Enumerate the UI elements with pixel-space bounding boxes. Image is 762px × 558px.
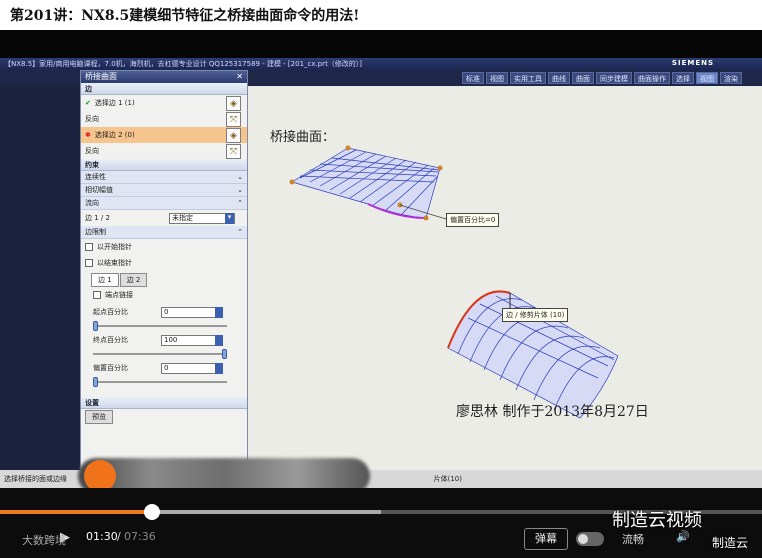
siemens-logo: SIEMENS — [671, 59, 714, 67]
toolbar-button-standard[interactable]: 标准 — [462, 72, 484, 84]
section-settings[interactable]: 设置 — [81, 397, 247, 409]
reverse1-row[interactable]: 反向 ⤧ — [81, 111, 247, 127]
brand-left: 大数跨境 — [22, 534, 66, 547]
continuity-row[interactable]: 连续性 ⌄ — [81, 171, 247, 184]
reverse-direction2-icon[interactable]: ⤧ — [226, 144, 241, 159]
reverse-direction-icon[interactable]: ⤧ — [226, 112, 241, 127]
section-edges[interactable]: 边 — [81, 83, 247, 95]
checkbox[interactable] — [93, 291, 101, 299]
start-percent-slider[interactable] — [93, 321, 227, 331]
total-time: 07:36 — [124, 530, 156, 543]
nx-titlebar: 【NX8.5】家用/商用电脑课程，7.0机，海烈机，去杠德专业设计 QQ1253… — [0, 58, 762, 70]
option-start-row[interactable]: 以开始指针 — [81, 239, 247, 255]
checkbox[interactable] — [85, 259, 93, 267]
offset-percent-input[interactable]: 0 — [161, 362, 223, 374]
bridge-surface-dialog: 桥接曲面 ✕ 边 ✔ 选择边 1 (1) ◈ 反向 ⤧ ✱ 选择边 2 (0) … — [80, 70, 248, 470]
checkbox[interactable] — [85, 243, 93, 251]
section-constraints[interactable]: 约束 — [81, 159, 247, 171]
toolbar-button-utilities[interactable]: 实用工具 — [510, 72, 546, 84]
chevron-up-icon: ⌃ — [237, 199, 243, 207]
watermark-main: 制造云视频 — [612, 510, 702, 531]
slider-thumb[interactable] — [93, 321, 98, 331]
upper-surface — [291, 147, 441, 219]
start-percent-input[interactable]: 0 — [161, 306, 223, 318]
page-title: 第201讲：NX8.5建模细节特征之桥接曲面命令的用法! — [10, 8, 360, 24]
toolbar-button-view2[interactable]: 视图 — [696, 72, 718, 84]
toolbar-button-surface-ops[interactable]: 曲面操作 — [634, 72, 670, 84]
video-top-border — [0, 30, 762, 58]
status-right: 片体(10) — [433, 475, 462, 483]
toolbar-button-surface[interactable]: 曲面 — [572, 72, 594, 84]
close-icon[interactable]: ✕ — [236, 71, 243, 83]
preview-row[interactable]: 预览 — [81, 409, 247, 425]
quality-button[interactable]: 流畅 — [622, 531, 644, 547]
slider-thumb[interactable] — [93, 377, 98, 387]
time-separator: / — [117, 530, 121, 543]
author-note: 廖思林 制作于2013年8月27日 — [456, 404, 649, 420]
chevron-down-icon: ⌄ — [237, 173, 243, 181]
toolbar-button-view[interactable]: 视图 — [486, 72, 508, 84]
chevron-up-icon: ⌃ — [237, 228, 243, 236]
graphics-window[interactable]: 桥接曲面： 偏置百分比=0 边 / 修剪片体 (10) 廖思林 制作于2013年… — [248, 86, 762, 470]
edge-callout: 边 / 修剪片体 (10) — [502, 308, 569, 322]
tangent-magnitude-row[interactable]: 相切幅值 ⌄ — [81, 184, 247, 197]
flow-select[interactable]: 未指定 — [169, 212, 235, 224]
end-percent-row: 终点百分比 100 — [81, 331, 247, 349]
danmu-button[interactable]: 弹幕 — [524, 528, 568, 550]
toolbar-button-select[interactable]: 选择 — [672, 72, 694, 84]
toolbar-button-curve[interactable]: 曲线 — [548, 72, 570, 84]
toolbar-button-sync[interactable]: 同步建模 — [596, 72, 632, 84]
dialog-title: 桥接曲面 ✕ — [81, 71, 247, 83]
danmu-toggle[interactable] — [576, 532, 604, 546]
chevron-down-icon: ⌄ — [237, 186, 243, 194]
progress-knob[interactable] — [144, 504, 161, 520]
offset-callout: 偏置百分比=0 — [446, 213, 500, 227]
offset-percent-slider[interactable] — [93, 377, 227, 387]
end-percent-slider[interactable] — [93, 349, 227, 359]
nx-window: 【NX8.5】家用/商用电脑课程，7.0机，海烈机，去杠德专业设计 QQ1253… — [0, 58, 762, 488]
select-edge1-row[interactable]: ✔ 选择边 1 (1) ◈ — [81, 95, 247, 111]
edge-tabs: 边 1 边 2 — [91, 273, 241, 287]
progress-buffered — [152, 510, 381, 514]
current-time: 01:30 — [86, 530, 118, 543]
edge-limits-row[interactable]: 边限制 ⌃ — [81, 226, 247, 239]
select-edge2-row[interactable]: ✱ 选择边 2 (0) ◈ — [81, 127, 247, 143]
page-title-bar: 第201讲：NX8.5建模细节特征之桥接曲面命令的用法! — [0, 0, 762, 30]
start-percent-row: 起点百分比 0 — [81, 303, 247, 321]
select-edge-icon[interactable]: ◈ — [226, 96, 241, 111]
resource-bar — [0, 86, 80, 470]
required-star-icon: ✱ — [85, 131, 91, 139]
progress-played — [0, 510, 153, 514]
checkmark-icon: ✔ — [85, 99, 91, 107]
link-ends-row[interactable]: 端点链接 — [81, 287, 247, 303]
watermark-small: 制造云 — [712, 536, 749, 550]
offset-percent-row: 偏置百分比 0 — [81, 359, 247, 377]
slider-thumb[interactable] — [222, 349, 227, 359]
status-left: 选择桥接的面或边缘 — [4, 475, 67, 483]
nx-window-title: 【NX8.5】家用/商用电脑课程，7.0机，海烈机，去杠德专业设计 QQ1253… — [4, 60, 363, 68]
tab-edge2[interactable]: 边 2 — [119, 273, 148, 287]
end-percent-input[interactable]: 100 — [161, 334, 223, 346]
option-end-row[interactable]: 以结束指针 — [81, 255, 247, 271]
flow-edge-row: 边 1 / 2 未指定 — [81, 210, 247, 226]
flow-row[interactable]: 流向 ⌃ — [81, 197, 247, 210]
toolbar-button-render[interactable]: 渲染 — [720, 72, 742, 84]
tab-edge1[interactable]: 边 1 — [91, 273, 119, 287]
select-edge2-icon[interactable]: ◈ — [226, 128, 241, 143]
reverse2-row[interactable]: 反向 ⤧ — [81, 143, 247, 159]
